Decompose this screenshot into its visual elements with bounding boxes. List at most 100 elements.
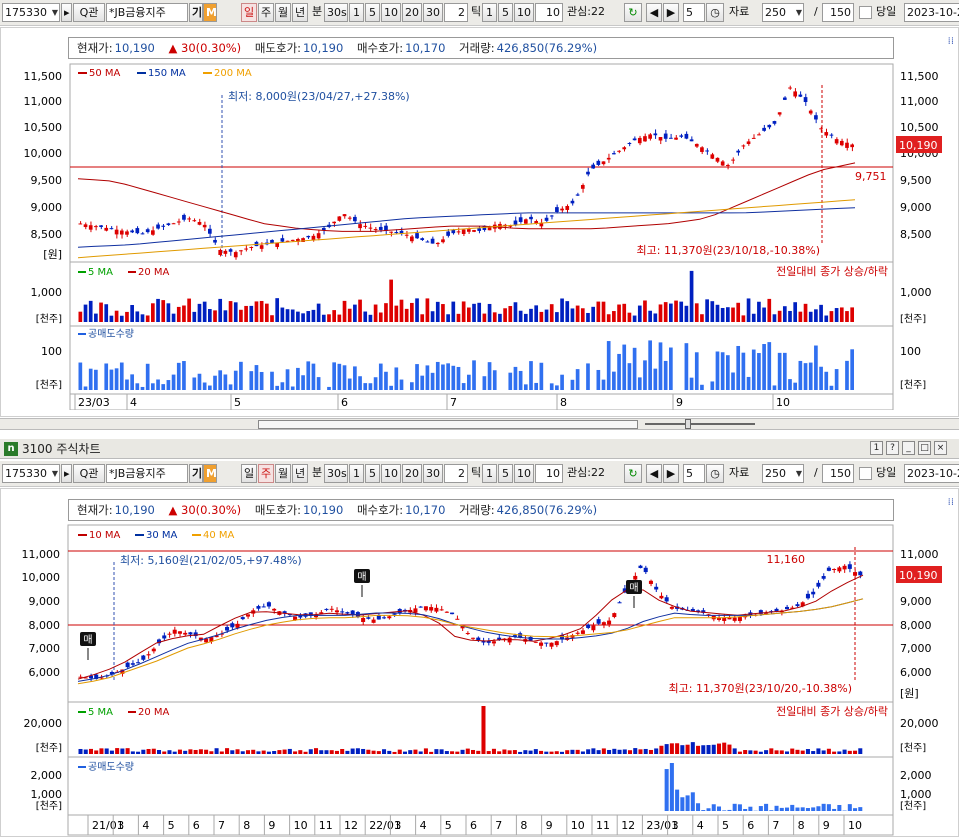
period-day-button[interactable]: 일 <box>241 3 257 22</box>
total-input[interactable]: 150 <box>822 464 854 483</box>
window-minimize-icon[interactable]: _ <box>902 441 915 455</box>
tick-5-button[interactable]: 5 <box>498 464 513 483</box>
volume-bar <box>371 750 376 754</box>
refresh-icon[interactable]: ↻ <box>624 3 642 22</box>
next-icon[interactable]: ▶ <box>663 3 679 22</box>
volume-bar <box>418 751 423 754</box>
short-bar <box>451 365 456 390</box>
short-bar <box>254 365 259 390</box>
min-30-button[interactable]: 30 <box>423 3 443 22</box>
short-bar <box>213 375 217 390</box>
period-week-button[interactable]: 주 <box>258 3 274 22</box>
x-label: 9 <box>823 819 830 832</box>
window-num-icon[interactable]: 1 <box>870 441 883 455</box>
dangil-checkbox[interactable] <box>859 6 872 19</box>
candle-body <box>218 249 223 255</box>
tick-10-button[interactable]: 10 <box>514 464 534 483</box>
tick-1-button[interactable]: 1 <box>482 3 497 22</box>
daily-chart-svg[interactable]: 11,500 11,500 11,000 11,000 10,500 10,500 10,0… <box>0 60 959 410</box>
min-5-button[interactable]: 5 <box>365 3 380 22</box>
play-icon[interactable]: ▸ <box>61 3 72 22</box>
settings-icon[interactable]: ⁞⁞ <box>948 497 954 508</box>
min-30-button[interactable]: 30 <box>423 464 443 483</box>
x-label: 12 <box>621 819 635 832</box>
code-input[interactable]: 175330 <box>2 3 60 22</box>
min-1-button[interactable]: 1 <box>349 3 364 22</box>
num-input[interactable]: 5 <box>683 3 705 22</box>
candle-body <box>389 231 393 233</box>
window-close-icon[interactable]: × <box>934 441 947 455</box>
m-button[interactable]: M <box>203 3 217 22</box>
settings-icon[interactable]: ⁞⁞ <box>948 36 954 47</box>
min-10-button[interactable]: 10 <box>381 3 401 22</box>
window-link-icon[interactable]: ? <box>886 441 899 455</box>
zoom-slider[interactable] <box>645 423 755 425</box>
period-week-button[interactable]: 주 <box>258 464 274 483</box>
date-input[interactable]: 2023-10-2 <box>904 464 959 483</box>
min-20-button[interactable]: 20 <box>402 3 422 22</box>
clock-icon[interactable]: ◷ <box>706 3 724 22</box>
total-input[interactable]: 150 <box>822 3 854 22</box>
min-10-button[interactable]: 10 <box>381 464 401 483</box>
stock-search-button[interactable]: Q관 <box>73 464 105 483</box>
date-input[interactable]: 2023-10-2 <box>904 3 959 22</box>
min-select[interactable]: 30s <box>324 464 348 483</box>
num-input[interactable]: 5 <box>683 464 705 483</box>
min-5-button[interactable]: 5 <box>365 464 380 483</box>
code-input[interactable]: 175330 <box>2 464 60 483</box>
count-select[interactable]: 250 <box>762 464 804 483</box>
dangil-checkbox[interactable] <box>859 467 872 480</box>
tick-input[interactable]: 2 <box>444 464 468 483</box>
prev-icon[interactable]: ◀ <box>646 464 662 483</box>
zoom-slider-handle[interactable] <box>685 419 691 429</box>
tick-1-button[interactable]: 1 <box>482 464 497 483</box>
volume-bar <box>731 307 735 322</box>
x-label: 8 <box>798 819 805 832</box>
period-month-button[interactable]: 월 <box>275 3 291 22</box>
next-icon[interactable]: ▶ <box>663 464 679 483</box>
weekly-chart-svg[interactable]: 11,00011,00010,00010,0009,0009,0008,0008… <box>0 522 959 837</box>
stock-name-field[interactable]: *JB금융지주 <box>106 3 188 22</box>
refresh-icon[interactable]: ↻ <box>624 464 642 483</box>
period-year-button[interactable]: 년 <box>292 464 308 483</box>
ki-button[interactable]: 기 <box>189 464 203 483</box>
short-bar <box>617 353 621 390</box>
play-icon[interactable]: ▸ <box>61 464 72 483</box>
candle-body <box>814 115 818 120</box>
price-tick-left: 10,000 <box>24 147 63 160</box>
period-month-button[interactable]: 월 <box>275 464 291 483</box>
stock-search-button[interactable]: Q관 <box>73 3 105 22</box>
short-bar <box>529 361 533 390</box>
tick-input[interactable]: 2 <box>444 3 468 22</box>
volume-bar <box>529 308 533 322</box>
volume-bar <box>711 744 716 754</box>
m-button[interactable]: M <box>203 464 217 483</box>
candle-body <box>850 144 854 148</box>
candle-body <box>580 185 585 189</box>
chart-scrollbar[interactable] <box>0 418 959 430</box>
count-select[interactable]: 250 <box>762 3 804 22</box>
tick-count-input[interactable]: 10 <box>535 464 563 483</box>
tick-count-input[interactable]: 10 <box>535 3 563 22</box>
min-select[interactable]: 30s <box>324 3 348 22</box>
short-bar <box>456 366 461 390</box>
candle-body <box>378 226 383 230</box>
clock-icon[interactable]: ◷ <box>706 464 724 483</box>
short-bar <box>176 362 181 390</box>
ki-button[interactable]: 기 <box>189 3 203 22</box>
period-year-button[interactable]: 년 <box>292 3 308 22</box>
price-tick-right: 8,500 <box>900 228 932 241</box>
candle-body <box>151 230 155 235</box>
min-20-button[interactable]: 20 <box>402 464 422 483</box>
tick-10-button[interactable]: 10 <box>514 3 534 22</box>
scroll-thumb[interactable] <box>258 420 638 429</box>
volume-bar <box>156 298 160 322</box>
candle-body <box>266 602 271 607</box>
tick-5-button[interactable]: 5 <box>498 3 513 22</box>
stock-name-field[interactable]: *JB금융지주 <box>106 464 188 483</box>
short-bar <box>239 361 243 390</box>
window-restore-icon[interactable]: □ <box>918 441 931 455</box>
min-1-button[interactable]: 1 <box>349 464 364 483</box>
period-day-button[interactable]: 일 <box>241 464 257 483</box>
prev-icon[interactable]: ◀ <box>646 3 662 22</box>
